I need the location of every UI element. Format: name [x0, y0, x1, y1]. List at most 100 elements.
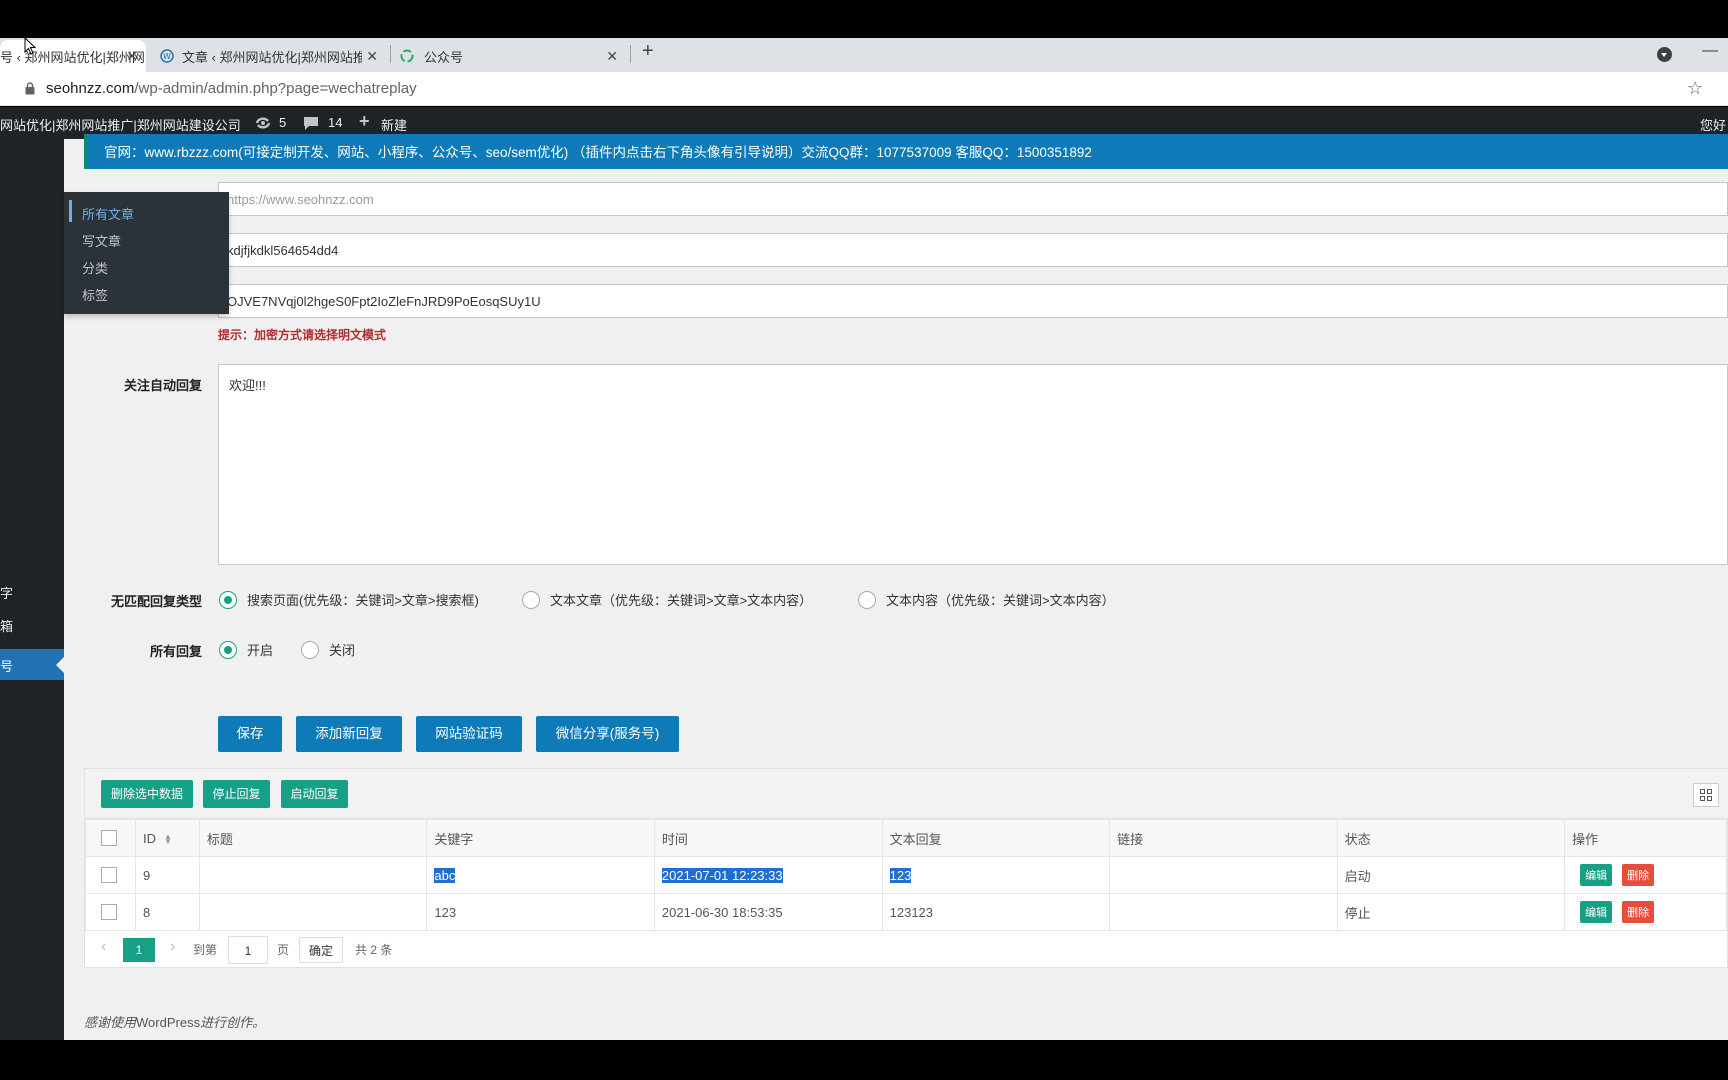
- new-content-link[interactable]: 新建: [381, 115, 407, 134]
- url-host: seohnzz.com: [46, 80, 135, 97]
- wordpress-link[interactable]: WordPress: [136, 1015, 200, 1030]
- flyout-item-tags[interactable]: 标签: [82, 285, 108, 304]
- comments-icon[interactable]: [303, 116, 319, 131]
- all-reply-on[interactable]: 开启: [219, 640, 273, 659]
- row-checkbox[interactable]: [101, 867, 117, 884]
- footer-text: 进行创作。: [200, 1015, 266, 1030]
- posts-flyout-menu: 所有文章 写文章 分类 标签: [64, 192, 229, 314]
- delete-button[interactable]: 删除: [1622, 864, 1655, 886]
- radio-unchecked[interactable]: [858, 590, 876, 609]
- table-row: 8 123 2021-06-30 18:53:35 123123 停止 编辑 删除: [85, 893, 1727, 931]
- updates-count[interactable]: 5: [279, 115, 286, 130]
- input-value: kdjfjkdkl564654dd4: [227, 243, 339, 258]
- updates-icon[interactable]: [254, 116, 272, 130]
- cell-id: 8: [134, 893, 200, 931]
- recycle-icon: [400, 49, 414, 63]
- col-time: 时间: [653, 819, 883, 857]
- col-actions: 操作: [1564, 819, 1727, 857]
- tab-wechat[interactable]: 公众号 ✕: [400, 40, 626, 72]
- cell-status: 启动: [1336, 856, 1566, 894]
- all-reply-off[interactable]: 关闭: [301, 640, 355, 659]
- address-bar[interactable]: seohnzz.com/wp-admin/admin.php?page=wech…: [0, 72, 1728, 106]
- next-page-icon[interactable]: ›: [170, 938, 175, 956]
- edit-button[interactable]: 编辑: [1580, 864, 1613, 886]
- stop-reply-button[interactable]: 停止回复: [203, 780, 270, 808]
- sidebar-item-label: 号: [0, 659, 14, 674]
- follow-reply-label: 关注自动回复: [123, 378, 202, 393]
- site-verify-button[interactable]: 网站验证码: [416, 716, 522, 752]
- url-text[interactable]: seohnzz.com/wp-admin/admin.php?page=wech…: [46, 80, 417, 97]
- radio-checked[interactable]: [219, 590, 237, 609]
- wechat-share-button[interactable]: 微信分享(服务号): [536, 716, 679, 752]
- new-tab-button[interactable]: +: [642, 40, 654, 63]
- page-number-input[interactable]: 1: [228, 936, 268, 964]
- close-icon[interactable]: ✕: [126, 48, 138, 65]
- row-select-cell: [85, 893, 136, 931]
- comments-count[interactable]: 14: [328, 115, 342, 130]
- token-input[interactable]: kdjfjkdkl564654dd4: [218, 233, 1728, 267]
- start-reply-button[interactable]: 启动回复: [281, 780, 348, 808]
- site-url-input[interactable]: https://www.seohnzz.com: [218, 182, 1728, 216]
- textarea-value: 欢迎!!!: [229, 378, 266, 393]
- tab-title: 公众号: [424, 49, 464, 65]
- row-select-cell: [85, 856, 136, 894]
- edit-button[interactable]: 编辑: [1580, 901, 1613, 923]
- tab-search-icon[interactable]: [1657, 47, 1672, 62]
- footer-text: 感谢使用: [84, 1015, 137, 1030]
- sidebar-item-mailbox[interactable]: 箱: [0, 616, 13, 635]
- tab-wechat-reply[interactable]: 号 ‹ 郑州网站优化|郑州网 ✕: [0, 40, 146, 72]
- bookmark-star-icon[interactable]: ☆: [1687, 78, 1703, 99]
- minimize-icon[interactable]: —: [1702, 42, 1718, 60]
- total-count: 共 2 条: [355, 943, 393, 957]
- select-all-cell: [85, 819, 136, 857]
- radio-label: 关闭: [329, 643, 356, 658]
- sidebar-item-keywords[interactable]: 字: [0, 583, 13, 602]
- cell-keyword: abc: [426, 856, 655, 894]
- flyout-item-new-post[interactable]: 写文章: [82, 231, 121, 250]
- footer-credit: 感谢使用WordPress进行创作。: [84, 1012, 265, 1031]
- delete-selected-button[interactable]: 删除选中数据: [101, 780, 193, 808]
- nomatch-option-text-article[interactable]: 文本文章（优先级：关键词>文章>文本内容）: [522, 590, 812, 609]
- radio-label: 文本内容（优先级：关键词>文本内容）: [886, 593, 1115, 608]
- delete-button[interactable]: 删除: [1622, 901, 1655, 923]
- sidebar-item-wechat[interactable]: 号: [0, 649, 64, 680]
- radio-unchecked[interactable]: [522, 590, 540, 609]
- select-all-checkbox[interactable]: [101, 830, 117, 847]
- header-label: ID: [142, 830, 156, 846]
- radio-label: 开启: [247, 643, 274, 658]
- screen: 号 ‹ 郑州网站优化|郑州网 ✕ W 文章 ‹ 郑州网站优化|郑州网站推 ✕ 公…: [0, 0, 1728, 1080]
- site-name-link[interactable]: 网站优化|郑州网站推广|郑州网站建设公司: [0, 115, 241, 134]
- cell-time: 2021-06-30 18:53:35: [653, 893, 883, 931]
- aeskey-input[interactable]: OJVE7NVqj0l2hgeS0Fpt2IoZleFnJRD9PoEosqSU…: [218, 284, 1728, 318]
- greeting[interactable]: 您好: [1700, 115, 1726, 134]
- reply-table-panel: 删除选中数据 停止回复 启动回复 ID ▲ ▼ 标题 关键字 时间 文本回复 链…: [84, 768, 1728, 968]
- close-icon[interactable]: ✕: [606, 48, 618, 65]
- sort-icon[interactable]: ▲ ▼: [164, 833, 172, 846]
- close-icon[interactable]: ✕: [366, 48, 378, 65]
- col-link: 链接: [1109, 819, 1338, 857]
- page-1-button[interactable]: 1: [123, 938, 155, 962]
- column-toggle-icon[interactable]: [1693, 783, 1719, 807]
- col-text-reply: 文本回复: [881, 819, 1111, 857]
- prev-page-icon[interactable]: ‹: [101, 938, 106, 956]
- add-reply-button[interactable]: 添加新回复: [296, 716, 402, 752]
- lock-icon[interactable]: [25, 82, 35, 95]
- goto-confirm-button[interactable]: 确定: [299, 937, 343, 963]
- tab-articles[interactable]: W 文章 ‹ 郑州网站优化|郑州网站推 ✕: [160, 40, 386, 72]
- cell-keyword: 123: [426, 893, 655, 931]
- col-id[interactable]: ID ▲ ▼: [134, 819, 200, 857]
- plus-icon[interactable]: +: [359, 111, 370, 132]
- nomatch-option-text-content[interactable]: 文本内容（优先级：关键词>文本内容）: [858, 590, 1115, 609]
- save-button[interactable]: 保存: [218, 716, 282, 752]
- radio-unchecked[interactable]: [301, 640, 319, 659]
- browser-tab-bar: 号 ‹ 郑州网站优化|郑州网 ✕ W 文章 ‹ 郑州网站优化|郑州网站推 ✕ 公…: [0, 38, 1728, 72]
- nomatch-type-label: 无匹配回复类型: [110, 594, 202, 609]
- row-checkbox[interactable]: [101, 904, 117, 921]
- tab-separator: [630, 45, 631, 63]
- flyout-item-categories[interactable]: 分类: [82, 258, 108, 277]
- reply-table: ID ▲ ▼ 标题 关键字 时间 文本回复 链接 状态 操作 9 abc 202…: [85, 819, 1727, 931]
- radio-checked[interactable]: [219, 640, 237, 659]
- follow-reply-textarea[interactable]: 欢迎!!!: [218, 364, 1728, 565]
- flyout-item-all-posts[interactable]: 所有文章: [82, 204, 134, 223]
- nomatch-option-search[interactable]: 搜索页面(优先级：关键词>文章>搜索框): [219, 590, 479, 609]
